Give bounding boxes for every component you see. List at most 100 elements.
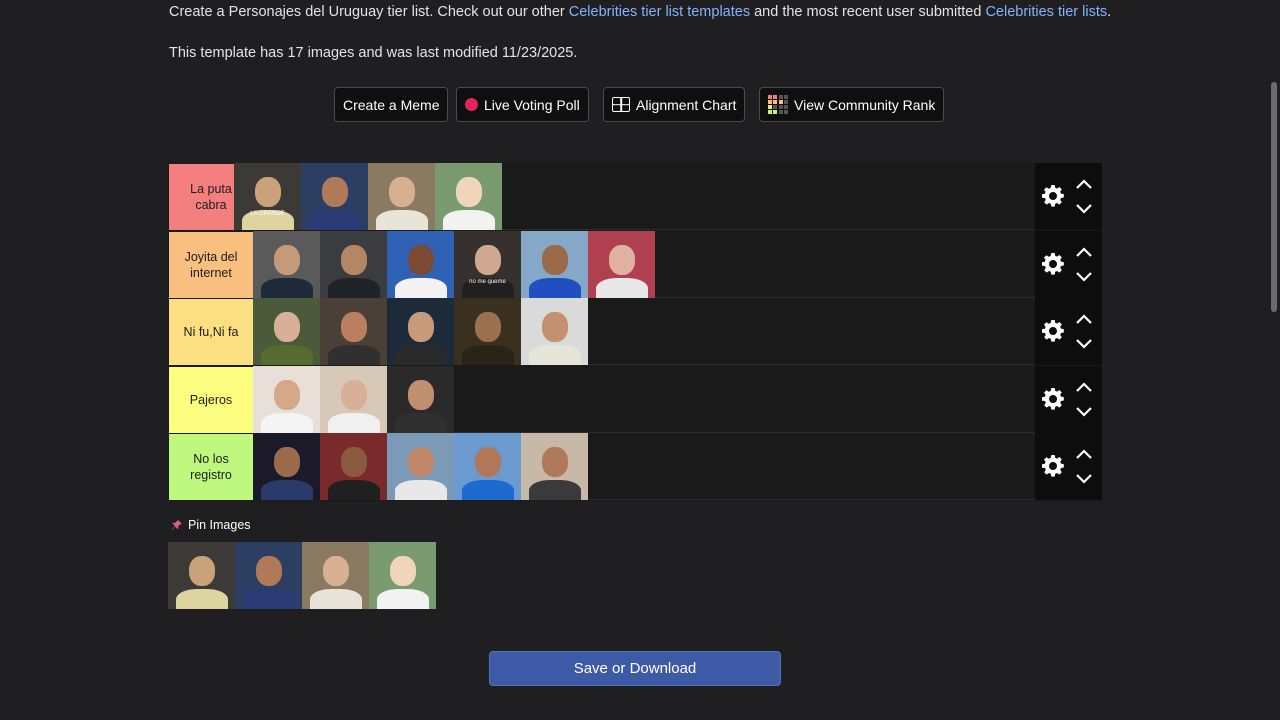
gear-icon[interactable] (1041, 387, 1065, 411)
tier-controls (1035, 230, 1102, 298)
person-face (541, 244, 568, 275)
person-body (528, 277, 581, 298)
tier-row: Pajeros (168, 365, 1102, 433)
tier-item-image[interactable]: no me queme (454, 230, 521, 298)
tier-label[interactable]: Ni fu,Ni fa (169, 299, 253, 365)
celebrities-templates-link[interactable]: Celebrities tier list templates (569, 4, 750, 20)
pin-images-label: Pin Images (188, 518, 251, 532)
tier-item-image[interactable] (253, 433, 320, 500)
tier-item-image[interactable] (368, 163, 435, 230)
scrollbar-thumb[interactable] (1271, 82, 1277, 312)
person-body (260, 480, 313, 500)
chevron-down-icon[interactable] (1075, 271, 1093, 283)
tier-label[interactable]: Joyita del internet (169, 231, 253, 298)
person-face (340, 379, 367, 410)
tier-item-image[interactable] (387, 433, 454, 500)
person-face (273, 312, 300, 342)
person-body (327, 412, 380, 433)
chevron-down-icon[interactable] (1075, 338, 1093, 350)
chevron-down-icon[interactable] (1075, 203, 1093, 215)
thumb-caption: LA GRANDE (250, 211, 285, 217)
person-body (327, 345, 380, 365)
alignment-chart-label: Alignment Chart (636, 96, 737, 113)
person-body (175, 589, 228, 609)
tier-item-image[interactable] (253, 365, 320, 433)
pin-images-toggle[interactable]: Pin Images (171, 518, 251, 532)
tier-item-image[interactable] (521, 230, 588, 298)
chevron-down-icon[interactable] (1075, 473, 1093, 485)
chevron-up-icon[interactable] (1075, 246, 1093, 258)
pool-image[interactable] (369, 542, 436, 609)
tier-item-image[interactable] (320, 365, 387, 433)
person-face (407, 244, 434, 275)
gear-icon[interactable] (1041, 184, 1065, 208)
tier-item-image[interactable] (387, 365, 454, 433)
tier-item-image[interactable] (454, 433, 521, 500)
tier-item-image[interactable] (253, 230, 320, 298)
tier-item-image[interactable] (320, 298, 387, 365)
chevron-up-icon[interactable] (1075, 448, 1093, 460)
template-meta: This template has 17 images and was last… (169, 45, 578, 61)
tier-row: Joyita del internet no me queme (168, 230, 1102, 298)
person-body (375, 210, 428, 230)
pushpin-icon (172, 520, 182, 530)
tier-row: Ni fu,Ni fa (168, 298, 1102, 365)
tier-label[interactable]: Pajeros (169, 366, 253, 433)
tier-item-image[interactable] (435, 163, 502, 230)
person-body (528, 345, 581, 365)
person-face (340, 447, 367, 477)
chevron-up-icon[interactable] (1075, 178, 1093, 190)
tier-label[interactable]: No los registro (169, 434, 253, 500)
tier-item-image[interactable] (301, 163, 368, 230)
tier-item-image[interactable]: LA GRANDE (234, 163, 301, 230)
alignment-chart-button[interactable]: Alignment Chart (603, 87, 746, 122)
intro-text: Create a Personajes del Uruguay tier lis… (169, 4, 1111, 20)
tier-item-image[interactable] (387, 298, 454, 365)
person-body (394, 345, 447, 365)
save-download-button[interactable]: Save or Download (489, 651, 781, 686)
tier-item-image[interactable] (521, 433, 588, 500)
page-scrollbar[interactable] (1268, 0, 1280, 720)
pool-image[interactable] (302, 542, 369, 609)
chevron-up-icon[interactable] (1075, 313, 1093, 325)
tier-controls (1035, 433, 1102, 500)
gear-icon[interactable] (1041, 319, 1065, 343)
tier-item-image[interactable] (253, 298, 320, 365)
tier-item-image[interactable] (521, 298, 588, 365)
person-body (260, 345, 313, 365)
tier-controls (1035, 365, 1102, 433)
tier-item-image[interactable] (387, 230, 454, 298)
chevron-up-icon[interactable] (1075, 381, 1093, 393)
color-grid-icon (768, 94, 788, 115)
tier-item-image[interactable] (454, 298, 521, 365)
create-meme-button[interactable]: Create a Meme (334, 87, 449, 122)
pool-image[interactable] (235, 542, 302, 609)
community-rank-button[interactable]: View Community Rank (759, 87, 945, 122)
gear-icon[interactable] (1041, 252, 1065, 276)
tier-items (253, 433, 588, 500)
celebrities-tierlists-link[interactable]: Celebrities tier lists (985, 4, 1107, 20)
person-body (394, 480, 447, 500)
person-face (322, 556, 349, 586)
chevron-down-icon[interactable] (1075, 406, 1093, 418)
tier-item-image[interactable] (320, 230, 387, 298)
person-face (340, 312, 367, 342)
person-face (474, 447, 501, 477)
thumb-caption: no me queme (469, 278, 506, 285)
person-face (188, 556, 215, 586)
tier-items (253, 365, 454, 433)
save-download-label: Save or Download (573, 660, 697, 677)
gear-icon[interactable] (1041, 454, 1065, 478)
intro-suffix: . (1107, 4, 1112, 20)
person-body (528, 480, 581, 500)
live-voting-poll-button[interactable]: Live Voting Poll (456, 87, 589, 122)
intro-prefix: Create a Personajes del Uruguay tier lis… (169, 4, 569, 20)
tier-items (253, 298, 588, 365)
tier-row: No los registro (168, 433, 1102, 500)
pool-image[interactable] (168, 542, 235, 609)
tier-item-image[interactable] (588, 230, 655, 298)
person-body (327, 480, 380, 500)
tier-item-image[interactable] (320, 433, 387, 500)
tier-items: no me queme (253, 230, 655, 298)
person-body (260, 412, 313, 433)
